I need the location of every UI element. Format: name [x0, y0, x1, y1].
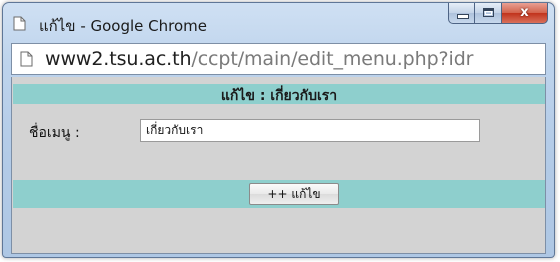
title-bar[interactable]: แก้ไข - Google Chrome x — [3, 3, 554, 39]
menu-name-input[interactable] — [140, 119, 480, 142]
menu-name-label: ชื่อเมนู : — [29, 125, 80, 141]
page-icon — [20, 51, 33, 67]
browser-window: แก้ไข - Google Chrome x www2.tsu.ac.th/c… — [2, 2, 555, 258]
caption-buttons: x — [448, 3, 548, 25]
minimize-icon — [457, 14, 469, 19]
maximize-button[interactable] — [475, 3, 502, 24]
action-strip: ++ แก้ไข — [13, 180, 545, 208]
page-title: แก้ไข : เกี่ยวกับเรา — [220, 88, 338, 104]
window-title: แก้ไข - Google Chrome — [39, 17, 207, 35]
page-icon — [13, 16, 26, 31]
maximize-icon — [483, 8, 494, 17]
url-path: /ccpt/main/edit_menu.php?idr — [191, 48, 474, 70]
close-icon: x — [520, 5, 529, 20]
minimize-button[interactable] — [448, 3, 475, 24]
url-host: www2.tsu.ac.th — [45, 48, 192, 70]
edit-submit-button[interactable]: ++ แก้ไข — [249, 183, 339, 205]
close-button[interactable]: x — [502, 3, 548, 24]
address-bar[interactable]: www2.tsu.ac.th/ccpt/main/edit_menu.php?i… — [11, 43, 546, 75]
url-text[interactable]: www2.tsu.ac.th/ccpt/main/edit_menu.php?i… — [45, 48, 473, 70]
page-content: แก้ไข : เกี่ยวกับเรา ชื่อเมนู : ++ แก้ไข — [11, 77, 546, 254]
header-strip: แก้ไข : เกี่ยวกับเรา — [13, 84, 545, 104]
